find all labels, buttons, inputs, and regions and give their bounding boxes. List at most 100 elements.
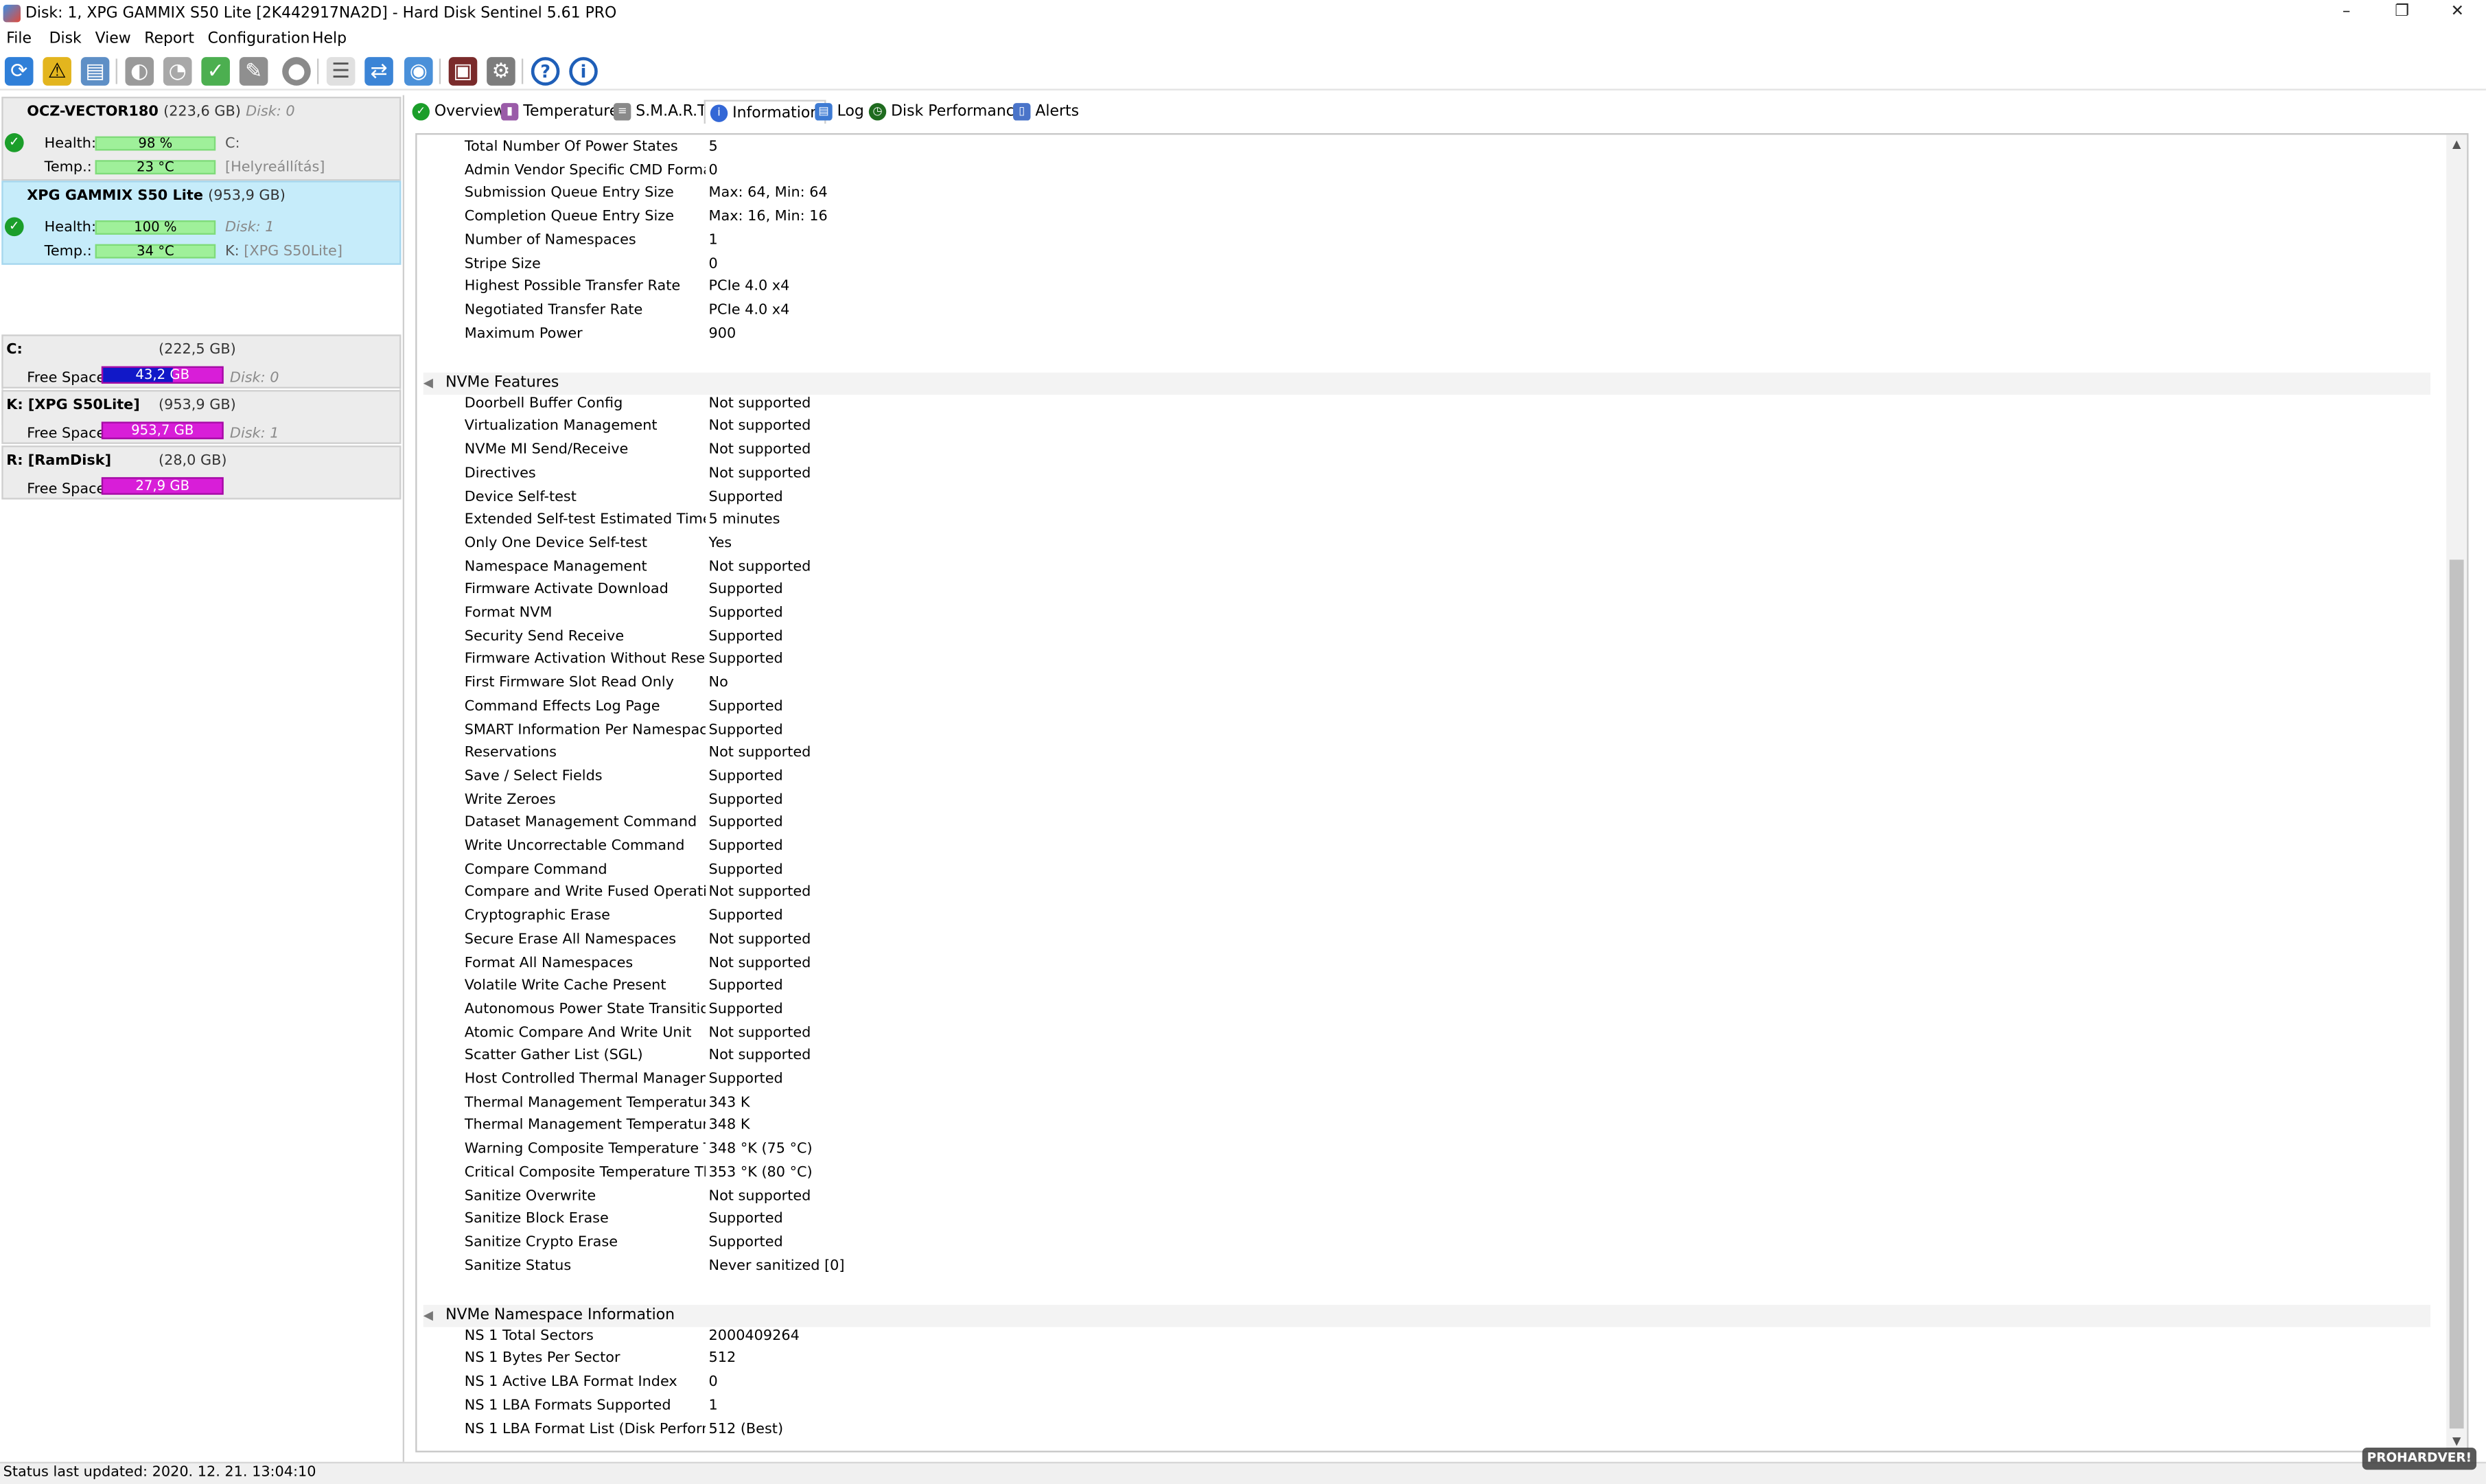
info-key: Extended Self-test Estimated Time — [464, 512, 706, 529]
info-value: 2000409264 — [708, 1328, 800, 1345]
close-button[interactable]: ✕ — [2429, 0, 2486, 29]
info-value: 0 — [708, 256, 718, 273]
info-key: Firmware Activate Download — [464, 582, 669, 599]
free-space-label: Free Space — [27, 482, 106, 498]
info-value: Supported — [708, 1211, 783, 1228]
info-value: Not supported — [708, 955, 811, 971]
volume-item-k[interactable]: K: [XPG S50Lite] (953,9 GB) Free Space 9… — [1, 390, 402, 444]
minimize-button[interactable]: – — [2318, 0, 2375, 29]
info-key: Volatile Write Cache Present — [464, 978, 666, 995]
info-icon[interactable]: i — [569, 57, 598, 86]
disk-test-icon[interactable]: ◐ — [125, 57, 154, 86]
info-value: 343 K — [708, 1095, 750, 1111]
disk-monitor-icon[interactable]: ▤ — [80, 57, 110, 86]
report-icon[interactable]: ☰ — [326, 57, 356, 86]
section-nvme-namespace[interactable]: ◀ NVMe Namespace Information — [423, 1305, 2431, 1328]
info-value: Not supported — [708, 419, 811, 435]
info-value: 512 — [708, 1351, 736, 1368]
info-value: 1 — [708, 1398, 718, 1414]
disk-item-1[interactable]: XPG GAMMIX S50 Lite (953,9 GB) ✓ Health:… — [1, 181, 402, 265]
sync-icon[interactable]: ⇄ — [364, 57, 393, 86]
restore-button[interactable]: ❐ — [2373, 0, 2430, 29]
menu-configuration[interactable]: Configuration — [208, 30, 310, 47]
tab-information[interactable]: i Information — [704, 100, 826, 124]
refresh-icon[interactable]: ⟳ — [4, 57, 34, 86]
watermark-badge: PROHARDVER! — [2362, 1447, 2477, 1470]
info-value: Yes — [708, 535, 732, 552]
tab-disk-performance[interactable]: ◷ Disk Performance — [868, 100, 1023, 124]
volume-name: R: [RamDisk] — [6, 453, 112, 469]
info-key: Completion Queue Entry Size — [464, 209, 674, 226]
information-panel[interactable]: Total Number Of Power States 5 Admin Vendo… — [415, 133, 2469, 1452]
info-value: Not supported — [708, 442, 811, 459]
scroll-up-icon[interactable]: ▲ — [2446, 135, 2467, 154]
toolbar-separator — [115, 58, 117, 84]
tab-log[interactable]: ▤ Log — [815, 100, 864, 124]
info-value: Max: 16, Min: 16 — [708, 209, 828, 226]
disk-volume-label: [Helyreállítás] — [225, 160, 325, 176]
info-key: Device Self-test — [464, 489, 577, 505]
disk-tools-icon[interactable]: ✎ — [239, 57, 268, 86]
info-value: 512 (Best) — [708, 1421, 784, 1437]
info-key: Compare Command — [464, 861, 607, 878]
volume-size: (28,0 GB) — [158, 453, 227, 469]
volume-name: K: [XPG S50Lite] — [6, 397, 140, 414]
info-key: Write Uncorrectable Command — [464, 838, 685, 855]
menu-help[interactable]: Help — [312, 30, 347, 47]
info-value: Supported — [708, 792, 783, 809]
collapse-arrow-icon[interactable]: ◀ — [423, 1308, 433, 1323]
volume-item-c[interactable]: C: (222,5 GB) Free Space 43,2 GB Disk: 0 — [1, 334, 402, 389]
info-value: Supported — [708, 699, 783, 715]
free-space-bar: 43,2 GB — [101, 366, 224, 384]
tab-smart[interactable]: ≡ S.M.A.R.T. — [613, 100, 710, 124]
info-key: NVMe MI Send/Receive — [464, 442, 629, 459]
info-value: Supported — [708, 908, 783, 925]
menu-report[interactable]: Report — [144, 30, 194, 47]
vertical-scrollbar[interactable]: ▲ ▼ — [2446, 135, 2467, 1451]
disk-panel: OCZ-VECTOR180 (223,6 GB) Disk: 0 ✓ Healt… — [0, 95, 405, 1462]
info-key: Sanitize Crypto Erase — [464, 1235, 618, 1251]
volume-item-r[interactable]: R: [RamDisk] (28,0 GB) Free Space 27,9 G… — [1, 445, 402, 500]
info-value: Not supported — [708, 745, 811, 762]
disk-surface-icon[interactable]: ◔ — [163, 57, 192, 86]
tab-overview[interactable]: ✓ Overview — [412, 100, 505, 124]
disk-blank-icon[interactable]: ● — [282, 57, 311, 86]
section-title: NVMe Namespace Information — [445, 1306, 675, 1324]
scrollbar-thumb[interactable] — [2449, 559, 2464, 1429]
gear-icon[interactable]: ⚙ — [487, 57, 515, 86]
info-value: Supported — [708, 489, 783, 505]
info-value: PCIe 4.0 x4 — [708, 279, 790, 296]
info-key: Submission Queue Entry Size — [464, 186, 674, 202]
info-value: Not supported — [708, 885, 811, 901]
info-key: Number of Namespaces — [464, 233, 636, 249]
info-key: Maximum Power — [464, 325, 583, 342]
disk-ok-icon[interactable]: ✓ — [201, 57, 230, 86]
section-nvme-features[interactable]: ◀ NVMe Features — [423, 372, 2431, 395]
info-value: Supported — [708, 1235, 783, 1251]
info-key: Total Number Of Power States — [464, 139, 678, 156]
info-value: 0 — [708, 163, 718, 179]
menu-file[interactable]: File — [6, 30, 32, 47]
info-key: Doorbell Buffer Config — [464, 395, 623, 412]
info-value: Not supported — [708, 1025, 811, 1041]
info-key: Virtualization Management — [464, 419, 658, 435]
info-key: Sanitize Overwrite — [464, 1188, 596, 1205]
menu-view[interactable]: View — [95, 30, 131, 47]
info-value: Supported — [708, 769, 783, 785]
collapse-arrow-icon[interactable]: ◀ — [423, 375, 433, 390]
title-bar: Disk: 1, XPG GAMMIX S50 Lite [2K442917NA… — [0, 0, 2486, 29]
info-value: Supported — [708, 652, 783, 669]
tab-temperature[interactable]: ▮ Temperature — [500, 100, 618, 124]
tab-alerts[interactable]: ▯ Alerts — [1013, 100, 1079, 124]
help-icon[interactable]: ? — [531, 57, 560, 86]
disk-volume-label: K: [XPG S50Lite] — [225, 244, 342, 260]
network-icon[interactable]: ◉ — [404, 57, 433, 86]
info-value: 348 °K (75 °C) — [708, 1141, 813, 1158]
free-space-label: Free Space — [27, 371, 106, 387]
info-value: PCIe 4.0 x4 — [708, 302, 790, 319]
console-icon[interactable]: ▣ — [448, 57, 478, 86]
menu-disk[interactable]: Disk — [49, 30, 82, 47]
window-title: Disk: 1, XPG GAMMIX S50 Lite [2K442917NA… — [25, 4, 617, 23]
alert-icon[interactable]: ⚠ — [43, 57, 71, 86]
disk-item-0[interactable]: OCZ-VECTOR180 (223,6 GB) Disk: 0 ✓ Healt… — [1, 96, 402, 181]
